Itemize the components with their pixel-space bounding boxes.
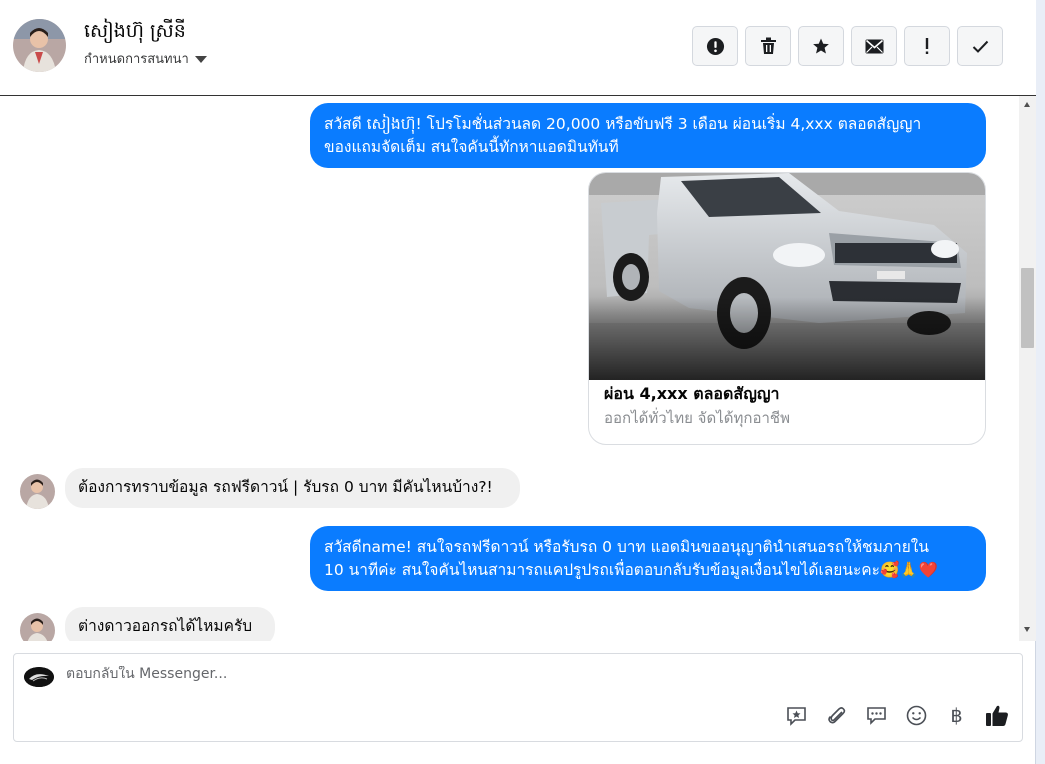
message-line: 10 นาทีค่ะ สนใจคันไหนสามารถแคปรูปรถเพื่อ… [324, 561, 938, 579]
message-line: ของแถมจัดเต็ม สนใจคันนี้ทักหาแอดมินทันที [324, 138, 619, 156]
thread-scrollbar[interactable] [1019, 96, 1036, 641]
important-button[interactable] [904, 26, 950, 66]
chat-button[interactable] [863, 702, 890, 729]
reply-input[interactable] [66, 666, 766, 682]
incoming-message: ต้องการทราบข้อมูล รถฟรีดาวน์ | รับรถ 0 บ… [65, 468, 520, 508]
contact-avatar[interactable] [13, 19, 66, 72]
composer-tools: ฿ [783, 702, 1010, 729]
scroll-up-arrow-icon[interactable] [1024, 102, 1030, 107]
baht-icon: ฿ [950, 704, 963, 727]
emoji-icon [906, 705, 927, 726]
header-actions [692, 26, 1003, 66]
payment-button[interactable]: ฿ [943, 702, 970, 729]
envelope-icon [865, 39, 883, 53]
star-button[interactable] [798, 26, 844, 66]
contact-name: សៀងហ៊ុ ស្រីនី [84, 20, 186, 42]
exclamation-icon [925, 38, 929, 54]
card-title: ผ่อน 4,xxx ตลอดสัญญา [604, 384, 780, 403]
promo-card[interactable]: ผ่อน 4,xxx ตลอดสัญญา ออกได้ทั่วไทย จัดได… [588, 172, 986, 445]
message-thread[interactable]: สวัสดี សៀងហ៊ុ! โปรโมชั่นส่วนลด 20,000 หร… [0, 96, 1036, 641]
outgoing-message: สวัสดี សៀងហ៊ុ! โปรโมชั่นส่วนลด 20,000 หร… [310, 103, 986, 168]
paperclip-icon [827, 706, 845, 723]
chat-bubble-icon [867, 707, 886, 725]
conversation-settings-label: กำหนดการสนทนา [84, 52, 189, 67]
delete-button[interactable] [745, 26, 791, 66]
outgoing-message: สวัสดีname! สนใจรถฟรีดาวน์ หรือรับรถ 0 บ… [310, 526, 986, 591]
sticker-icon [787, 706, 806, 726]
report-button[interactable] [692, 26, 738, 66]
alert-circle-icon [706, 37, 724, 55]
conversation-settings-dropdown[interactable]: กำหนดการสนทนา [84, 48, 207, 69]
saved-reply-button[interactable] [783, 702, 810, 729]
incoming-message: ต่างดาวออกรถได้ไหมครับ [65, 607, 275, 641]
card-subtitle: ออกได้ทั่วไทย จัดได้ทุกอาชีพ [604, 409, 790, 427]
scrollbar-thumb[interactable] [1021, 268, 1034, 348]
trash-icon [760, 37, 776, 54]
conversation-header: សៀងហ៊ុ ស្រីនី กำหนดการสนทนา [0, 0, 1036, 96]
emoji-button[interactable] [903, 702, 930, 729]
reply-composer: ฿ [13, 653, 1023, 742]
scroll-down-arrow-icon[interactable] [1024, 627, 1030, 632]
done-button[interactable] [957, 26, 1003, 66]
contact-avatar-small [20, 474, 55, 509]
chevron-down-icon [194, 56, 207, 63]
mail-button[interactable] [851, 26, 897, 66]
star-icon [813, 38, 829, 54]
message-line: สวัสดี សៀងហ៊ុ! โปรโมชั่นส่วนลด 20,000 หร… [324, 115, 922, 133]
contact-avatar-small [20, 613, 55, 641]
checkmark-icon [972, 40, 988, 53]
thumbs-up-icon [985, 705, 1008, 726]
like-button[interactable] [983, 702, 1010, 729]
truck-image [589, 173, 985, 380]
attach-button[interactable] [823, 702, 850, 729]
message-line: สวัสดีname! สนใจรถฟรีดาวน์ หรือรับรถ 0 บ… [324, 538, 929, 556]
page-avatar [24, 667, 54, 687]
messenger-panel: សៀងហ៊ុ ស្រីនី กำหนดการสนทนา สวัสดี សៀងហ៊… [0, 0, 1036, 764]
